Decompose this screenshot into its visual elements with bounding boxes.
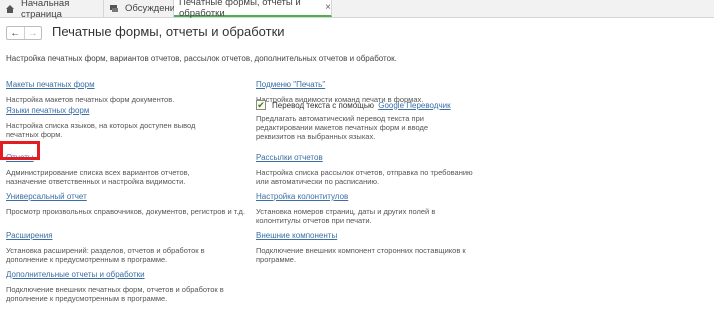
google-translate-checkbox[interactable]: ✔ xyxy=(256,100,266,110)
item-description: Администрирование списка всех вариантов … xyxy=(6,168,236,186)
desc-line: Подключение внешних компонент сторонних … xyxy=(256,246,466,255)
desc-line: Настройка списка рассылок отчетов, отпра… xyxy=(256,168,473,177)
link-print-form-layouts[interactable]: Макеты печатных форм xyxy=(6,80,95,89)
google-translate-row: ✔ Перевод текста с помощью Google Перево… xyxy=(256,100,451,110)
desc-line: Подключение внешних печатных форм, отчет… xyxy=(6,285,224,294)
desc-line: или автоматически по расписанию. xyxy=(256,177,380,186)
link-extensions[interactable]: Расширения xyxy=(6,231,53,240)
tab-label: Начальная страница xyxy=(21,0,70,20)
desc-line: печатных форм. xyxy=(6,130,63,139)
link-print-form-languages[interactable]: Языки печатных форм xyxy=(6,106,89,115)
item-description: Настройка списка рассылок отчетов, отпра… xyxy=(256,168,486,186)
item-report-mailings: Рассылки отчетов Настройка списка рассыл… xyxy=(256,147,486,186)
link-additional-reports[interactable]: Дополнительные отчеты и обработки xyxy=(6,270,145,279)
desc-line: дополнение к предусмотренным в программе… xyxy=(6,255,168,264)
link-report-mailings[interactable]: Рассылки отчетов xyxy=(256,153,323,162)
item-extensions: Расширения Установка расширений: раздело… xyxy=(6,225,236,264)
item-print-form-languages: Языки печатных форм Настройка списка язы… xyxy=(6,100,236,139)
item-description: Настройка списка языков, на которых дост… xyxy=(6,121,236,139)
desc-line: редактировании макетов печатных форм и в… xyxy=(256,123,429,132)
item-description: Предлагать автоматический перевод текста… xyxy=(256,114,486,141)
desc-line: колонтитулы отчетов при печати. xyxy=(256,216,372,225)
desc-line: дополнение к предусмотренным в программе… xyxy=(6,294,168,303)
link-google-translate[interactable]: Google Переводчик xyxy=(378,101,450,110)
checkmark-icon: ✔ xyxy=(257,99,265,110)
link-external-components[interactable]: Внешние компоненты xyxy=(256,231,337,240)
page-title: Печатные формы, отчеты и обработки xyxy=(52,24,285,39)
item-description: Подключение внешних компонент сторонних … xyxy=(256,246,486,264)
forward-arrow-icon[interactable]: → xyxy=(23,27,42,39)
link-header-footer-settings[interactable]: Настройка колонтитулов xyxy=(256,192,348,201)
highlight-box xyxy=(0,141,40,160)
chat-icon xyxy=(109,4,119,14)
desc-line: реквизитов на выбранных языках. xyxy=(256,132,376,141)
checkbox-text: Перевод текста с помощью xyxy=(272,100,374,110)
tab-print-forms[interactable]: Печатные формы, отчеты и обработки × xyxy=(174,0,332,19)
back-arrow-icon[interactable]: ← xyxy=(7,27,24,39)
google-translate-description: Предлагать автоматический перевод текста… xyxy=(256,114,486,141)
tab-home[interactable]: Начальная страница xyxy=(0,0,104,20)
item-universal-report: Универсальный отчет Просмотр произвольны… xyxy=(6,186,245,216)
close-icon[interactable]: × xyxy=(325,2,331,13)
desc-line: программе. xyxy=(256,255,297,264)
desc-line: назначение ответственных и настройка вид… xyxy=(6,177,186,186)
desc-line: Установка расширений: разделов, отчетов … xyxy=(6,246,205,255)
desc-line: Предлагать автоматический перевод текста… xyxy=(256,114,424,123)
link-print-submenu[interactable]: Подменю "Печать" xyxy=(256,80,325,89)
item-description: Установка номеров страниц, даты и других… xyxy=(256,207,486,225)
item-description: Подключение внешних печатных форм, отчет… xyxy=(6,285,236,303)
tab-label: Печатные формы, отчеты и обработки xyxy=(179,0,301,19)
link-universal-report[interactable]: Универсальный отчет xyxy=(6,192,87,201)
tab-label: Обсуждения xyxy=(125,3,181,14)
desc-line: Администрирование списка всех вариантов … xyxy=(6,168,190,177)
item-external-components: Внешние компоненты Подключение внешних к… xyxy=(256,225,486,264)
home-icon xyxy=(5,4,15,14)
tab-bar: Начальная страница Обсуждения Печатные ф… xyxy=(0,0,714,20)
item-description: Установка расширений: разделов, отчетов … xyxy=(6,246,236,264)
item-reports: Отчеты Администрирование списка всех вар… xyxy=(6,147,236,186)
nav-buttons: ← → xyxy=(6,26,42,40)
google-translate-label: Перевод текста с помощью Google Переводч… xyxy=(272,101,451,110)
desc-line: Просмотр произвольных справочников, доку… xyxy=(6,207,245,216)
item-header-footer-settings: Настройка колонтитулов Установка номеров… xyxy=(256,186,486,225)
item-description: Просмотр произвольных справочников, доку… xyxy=(6,207,256,216)
tab-discussions[interactable]: Обсуждения xyxy=(104,0,180,17)
desc-line: Настройка списка языков, на которых дост… xyxy=(6,121,196,130)
page-description: Настройка печатных форм, вариантов отчет… xyxy=(6,54,397,63)
desc-line: Установка номеров страниц, даты и других… xyxy=(256,207,436,216)
item-additional-reports: Дополнительные отчеты и обработки Подклю… xyxy=(6,264,236,303)
